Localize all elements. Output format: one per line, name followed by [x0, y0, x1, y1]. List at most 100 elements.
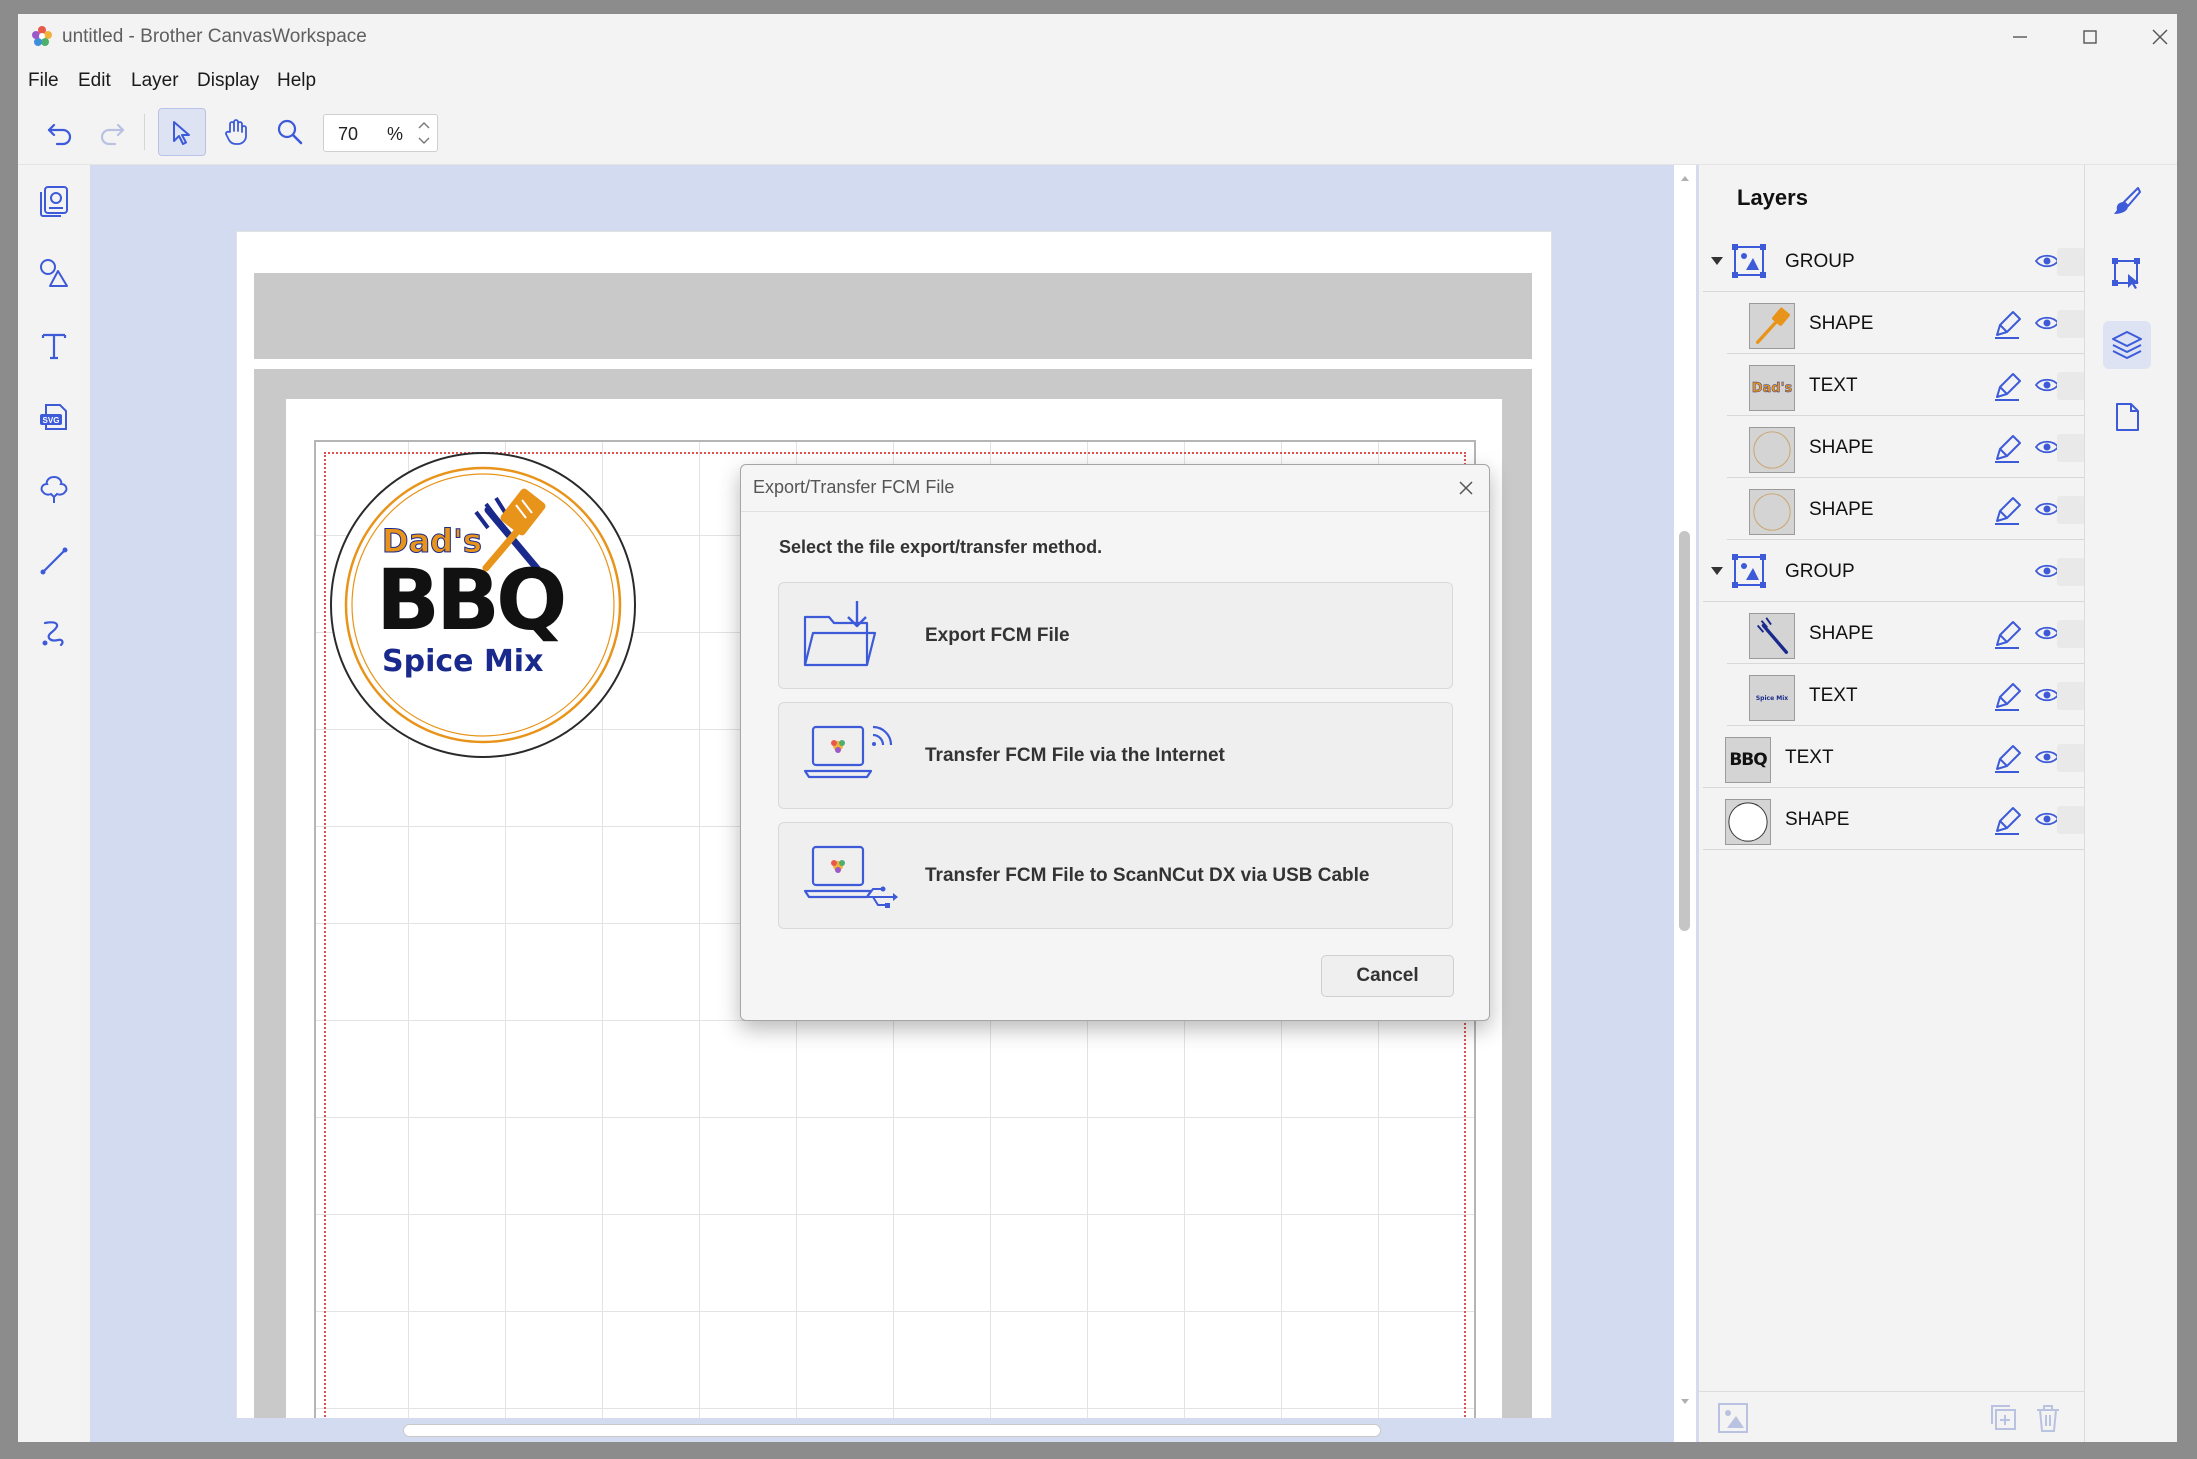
layer-row-group-1[interactable]: GROUP — [1703, 231, 2085, 292]
menu-display[interactable]: Display — [197, 70, 259, 92]
menu-layer[interactable]: Layer — [131, 70, 179, 92]
close-window-button[interactable] — [2130, 18, 2177, 56]
app-window: untitled - Brother CanvasWorkspace File … — [18, 14, 2177, 1442]
trash-icon[interactable] — [2031, 1401, 2065, 1435]
svg-import-button[interactable]: SVG — [30, 393, 78, 441]
maximize-icon — [2083, 30, 2097, 44]
pen-icon[interactable] — [1991, 493, 2025, 527]
image-trace-button[interactable] — [30, 465, 78, 513]
line-icon — [40, 547, 68, 575]
layer-label: SHAPE — [1785, 809, 1850, 830]
scroll-down-icon[interactable] — [1674, 1391, 1696, 1413]
expand-arrow-icon[interactable] — [1711, 567, 1723, 575]
layer-lock-checkbox[interactable] — [2057, 310, 2085, 338]
minimize-button[interactable] — [1990, 18, 2050, 56]
left-toolbar: SVG — [18, 165, 90, 1442]
transfer-via-internet-option[interactable]: Transfer FCM File via the Internet — [778, 702, 1453, 809]
scroll-up-icon[interactable] — [1674, 167, 1696, 189]
logo-text-bbq: BBQ — [376, 551, 567, 649]
expand-arrow-icon[interactable] — [1711, 257, 1723, 265]
pen-icon[interactable] — [1991, 679, 2025, 713]
object-edit-button[interactable] — [2103, 249, 2151, 297]
fork-thumbnail — [1749, 613, 1795, 659]
vertical-scroll-thumb[interactable] — [1679, 531, 1690, 931]
window-title: untitled - Brother CanvasWorkspace — [62, 26, 367, 47]
dialog-close-icon[interactable] — [1453, 475, 1479, 501]
layer-row-shape[interactable]: SHAPE — [1727, 603, 2085, 664]
layer-lock-checkbox[interactable] — [2057, 558, 2085, 586]
layer-label: TEXT — [1809, 685, 1858, 706]
horizontal-scroll-thumb[interactable] — [403, 1424, 1381, 1437]
laptop-wifi-icon — [803, 725, 893, 779]
select-tool-button[interactable] — [158, 108, 206, 156]
layers-icon — [2112, 331, 2142, 359]
pen-icon[interactable] — [1991, 307, 2025, 341]
undo-button[interactable] — [36, 108, 84, 156]
layer-lock-checkbox[interactable] — [2057, 248, 2085, 276]
layer-row-shape[interactable]: SHAPE — [1703, 789, 2085, 850]
text-tool-button[interactable] — [30, 321, 78, 369]
export-fcm-file-option[interactable]: Export FCM File — [778, 582, 1453, 689]
pen-icon[interactable] — [1991, 369, 2025, 403]
redo-button[interactable] — [88, 108, 136, 156]
zoom-tool-button[interactable] — [266, 108, 314, 156]
layer-row-text[interactable]: Spice Mix TEXT — [1727, 665, 2085, 726]
pen-icon[interactable] — [1991, 617, 2025, 651]
pattern-library-button[interactable] — [30, 177, 78, 225]
layer-row-shape[interactable]: SHAPE — [1727, 479, 2085, 540]
freehand-tool-button[interactable] — [30, 609, 78, 657]
pen-icon[interactable] — [1991, 803, 2025, 837]
menu-edit[interactable]: Edit — [78, 70, 111, 92]
pen-icon[interactable] — [1991, 741, 2025, 775]
svg-text:SVG: SVG — [43, 416, 60, 425]
group-icon — [1732, 244, 1766, 278]
menu-help[interactable]: Help — [277, 70, 316, 92]
layer-lock-checkbox[interactable] — [2057, 496, 2085, 524]
transfer-via-usb-option[interactable]: Transfer FCM File to ScanNCut DX via USB… — [778, 822, 1453, 929]
layers-title: Layers — [1737, 185, 1808, 210]
layer-row-text[interactable]: Dad's TEXT — [1727, 355, 2085, 416]
layer-label: SHAPE — [1809, 623, 1874, 644]
circle-thumbnail — [1749, 489, 1795, 535]
layer-row-text[interactable]: BBQ TEXT — [1703, 727, 2085, 788]
duplicate-icon[interactable] — [1987, 1401, 2021, 1435]
shapes-button[interactable] — [30, 249, 78, 297]
layer-lock-checkbox[interactable] — [2057, 372, 2085, 400]
layer-row-group-2[interactable]: GROUP — [1703, 541, 2085, 602]
menu-file[interactable]: File — [28, 70, 59, 92]
group-layers-icon[interactable] — [1715, 1400, 1751, 1436]
zoom-input[interactable]: 70 % — [323, 114, 438, 152]
close-icon — [2152, 29, 2168, 45]
cancel-button[interactable]: Cancel — [1321, 955, 1454, 997]
layers-panel-button[interactable] — [2103, 321, 2151, 369]
layer-row-shape[interactable]: SHAPE — [1727, 293, 2085, 354]
cloud-trace-icon — [40, 475, 68, 503]
export-transfer-dialog: Export/Transfer FCM File Select the file… — [740, 464, 1490, 1021]
layer-label: TEXT — [1809, 375, 1858, 396]
pattern-library-icon — [40, 186, 68, 217]
layer-lock-checkbox[interactable] — [2057, 434, 2085, 462]
layer-row-shape[interactable]: SHAPE — [1727, 417, 2085, 478]
attributes-button[interactable] — [2103, 177, 2151, 225]
line-tool-button[interactable] — [30, 537, 78, 585]
pen-icon[interactable] — [1991, 431, 2025, 465]
menu-bar: File Edit Layer Display Help — [18, 60, 2177, 100]
hand-tool-button[interactable] — [212, 108, 260, 156]
title-bar: untitled - Brother CanvasWorkspace — [18, 14, 2177, 60]
spatula-thumbnail — [1749, 303, 1795, 349]
layer-lock-checkbox[interactable] — [2057, 806, 2085, 834]
bbq-logo-design[interactable]: Dad's BBQ Spice Mix — [328, 450, 638, 760]
dialog-separator — [741, 511, 1489, 512]
circle-thumbnail — [1749, 427, 1795, 473]
layer-lock-checkbox[interactable] — [2057, 682, 2085, 710]
svg-icon: SVG — [40, 404, 67, 430]
page-settings-button[interactable] — [2103, 393, 2151, 441]
maximize-button[interactable] — [2060, 18, 2120, 56]
right-tool-strip — [2084, 165, 2177, 1442]
group-icon — [1732, 554, 1766, 588]
zoom-stepper[interactable] — [415, 117, 433, 149]
bbq-text-thumbnail: BBQ — [1725, 737, 1771, 783]
layer-lock-checkbox[interactable] — [2057, 744, 2085, 772]
spice-mix-text-thumbnail: Spice Mix — [1749, 675, 1795, 721]
layer-lock-checkbox[interactable] — [2057, 620, 2085, 648]
